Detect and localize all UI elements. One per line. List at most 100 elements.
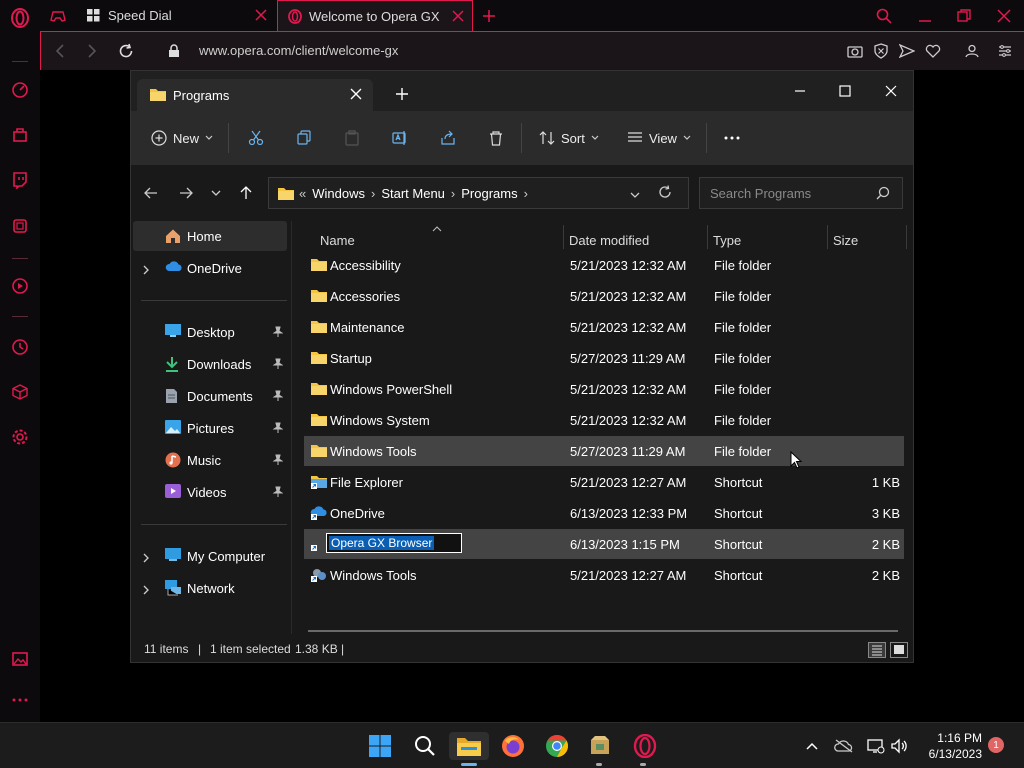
send-icon[interactable] [898,42,916,60]
chevron-right-icon[interactable] [143,551,149,566]
details-view-icon[interactable] [868,642,886,658]
up-arrow-icon[interactable] [236,183,256,203]
chevron-right-icon[interactable] [143,583,149,598]
back-arrow-icon[interactable] [141,183,161,203]
snapshot-camera-icon[interactable] [846,42,864,60]
delete-button[interactable] [488,125,504,151]
table-row[interactable]: OneDrive 6/13/2023 12:33 PM Shortcut 3 K… [304,498,904,528]
gx-control-icon[interactable] [10,80,30,100]
lock-icon[interactable] [165,42,183,60]
chevron-right-icon[interactable]: › [371,186,375,201]
settings-gear-icon[interactable] [10,427,30,447]
notification-badge[interactable]: 1 [988,737,1004,753]
reload-icon[interactable] [117,42,135,60]
extensions-cube-icon[interactable] [10,382,30,402]
search-tabs-icon[interactable] [873,5,895,27]
close-tab-icon[interactable] [253,7,269,23]
column-header-size[interactable]: Size [833,233,858,248]
gx-corner-icon[interactable] [10,125,30,145]
url-text[interactable]: www.opera.com/client/welcome-gx [199,43,398,58]
opera-logo-icon[interactable] [10,8,30,28]
table-row[interactable]: Windows System 5/21/2023 12:32 AM File f… [304,405,904,435]
minimize-icon[interactable] [914,5,936,27]
windows-start-icon[interactable] [366,732,394,760]
sidebar-item-my-computer[interactable]: My Computer [133,541,287,571]
table-row[interactable]: Accessibility 5/21/2023 12:32 AM File fo… [304,250,904,280]
sidebar-item-pictures[interactable]: Pictures [133,413,287,443]
see-more-button[interactable] [723,125,741,151]
wallpaper-icon[interactable] [10,649,30,669]
close-tab-icon[interactable] [349,87,363,101]
column-header-type[interactable]: Type [713,233,741,248]
chevron-right-icon[interactable]: › [524,186,528,201]
table-row[interactable]: Opera GX Browser 6/13/2023 1:15 PM Short… [304,529,904,559]
maximize-icon[interactable] [831,77,859,105]
share-button[interactable] [440,125,456,151]
copy-button[interactable] [296,125,312,151]
breadcrumb-windows[interactable]: Windows [312,186,365,201]
back-icon[interactable] [51,42,69,60]
horizontal-scrollbar[interactable] [308,630,898,632]
file-explorer-taskbar-icon[interactable] [449,732,489,760]
close-window-icon[interactable] [993,5,1015,27]
app-box-icon[interactable] [586,732,614,760]
search-icon[interactable] [411,732,439,760]
sidebar-item-network[interactable]: Network [133,573,287,603]
tab-speed-dial[interactable]: Speed Dial [77,0,275,31]
system-clock[interactable]: 1:16 PM 6/13/2023 [929,730,982,762]
forward-icon[interactable] [83,42,101,60]
large-icons-view-icon[interactable] [890,642,908,658]
pin-icon[interactable] [272,358,284,373]
table-row[interactable]: Windows Tools 5/27/2023 11:29 AM File fo… [304,436,904,469]
restore-icon[interactable] [953,5,975,27]
breadcrumb-start-menu[interactable]: Start Menu [381,186,445,201]
opera-gx-taskbar-icon[interactable] [631,732,659,760]
table-row[interactable]: Startup 5/27/2023 11:29 AM File folder [304,343,904,373]
bookmark-heart-icon[interactable] [924,42,942,60]
volume-icon[interactable] [886,732,914,760]
easy-setup-icon[interactable] [996,42,1014,60]
more-dots-icon[interactable] [10,690,30,710]
table-row[interactable]: Windows PowerShell 5/21/2023 12:32 AM Fi… [304,374,904,404]
history-icon[interactable] [10,337,30,357]
column-header-name[interactable]: Name [320,233,355,248]
profile-icon[interactable] [963,42,981,60]
sidebar-item-home[interactable]: Home [133,221,287,251]
rename-button[interactable] [392,125,408,151]
address-breadcrumb[interactable]: « Windows › Start Menu › Programs › [268,177,689,209]
recent-locations-chevron-icon[interactable] [206,183,226,203]
table-row[interactable]: Accessories 5/21/2023 12:32 AM File fold… [304,281,904,311]
breadcrumb-overflow[interactable]: « [299,186,306,201]
column-header-date[interactable]: Date modified [569,233,649,248]
chevron-down-icon[interactable] [630,186,640,201]
sidebar-item-music[interactable]: Music [133,445,287,475]
chrome-icon[interactable] [543,732,571,760]
new-tab-plus-icon[interactable] [478,5,500,27]
sort-button[interactable]: Sort [539,125,599,151]
new-button[interactable]: New [151,125,213,151]
view-button[interactable]: View [627,125,691,151]
add-tab-icon[interactable] [395,87,409,101]
sidebar-item-videos[interactable]: Videos [133,477,287,507]
close-tab-icon[interactable] [450,8,466,24]
sidebar-item-documents[interactable]: Documents [133,381,287,411]
table-row[interactable]: Windows Tools 5/21/2023 12:27 AM Shortcu… [304,560,904,590]
gx-discord-icon[interactable] [10,216,30,236]
search-input[interactable]: Search Programs [699,177,903,209]
sidebar-item-onedrive[interactable]: OneDrive [133,253,287,283]
refresh-icon[interactable] [658,185,672,202]
table-row[interactable]: File Explorer 5/21/2023 12:27 AM Shortcu… [304,467,904,497]
chevron-right-icon[interactable] [143,263,149,278]
pin-icon[interactable] [272,486,284,501]
forward-arrow-icon[interactable] [176,183,196,203]
close-icon[interactable] [877,77,905,105]
onedrive-offline-icon[interactable] [830,732,858,760]
chevron-right-icon[interactable]: › [451,186,455,201]
paste-button[interactable] [344,125,360,151]
pin-icon[interactable] [272,326,284,341]
sidebar-item-downloads[interactable]: Downloads [133,349,287,379]
table-row[interactable]: Maintenance 5/21/2023 12:32 AM File fold… [304,312,904,342]
minimize-icon[interactable] [786,77,814,105]
explorer-tab-programs[interactable]: Programs [137,79,373,111]
rename-input[interactable]: Opera GX Browser [326,533,462,553]
